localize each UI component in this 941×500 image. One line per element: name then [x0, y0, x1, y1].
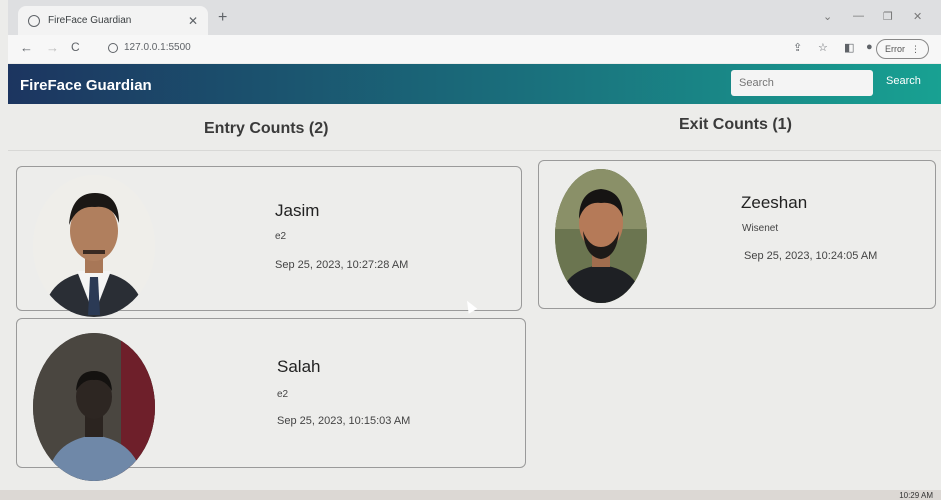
error-label: Error	[885, 44, 905, 54]
person-time: Sep 25, 2023, 10:24:05 AM	[744, 250, 878, 262]
globe-icon	[28, 14, 40, 27]
profile-icon[interactable]: ●	[866, 41, 873, 53]
person-name: Zeeshan	[741, 193, 808, 212]
error-button[interactable]: Error ⋮	[876, 39, 929, 59]
exit-card[interactable]: Zeeshan Wisenet Sep 25, 2023, 10:24:05 A…	[538, 160, 936, 309]
screen: FireFace Guardian ✕ + ⌄ — ❐ ✕ ← → C 127.…	[0, 0, 941, 500]
menu-dots-icon: ⋮	[911, 43, 920, 54]
person-photo	[33, 175, 155, 317]
minimize-button[interactable]: —	[853, 10, 864, 22]
new-tab-button[interactable]: +	[218, 9, 227, 27]
tab-title: FireFace Guardian	[48, 15, 132, 26]
close-window-button[interactable]: ✕	[913, 10, 922, 23]
person-time: Sep 25, 2023, 10:27:28 AM	[275, 259, 409, 271]
person-photo	[33, 333, 155, 481]
tab-close-icon[interactable]: ✕	[188, 14, 198, 28]
entry-card[interactable]: Salah e2 Sep 25, 2023, 10:15:03 AM	[16, 318, 526, 481]
avatar	[33, 333, 155, 481]
person-time: Sep 25, 2023, 10:15:03 AM	[277, 415, 411, 427]
info-icon	[108, 42, 118, 53]
share-icon[interactable]: ⇪	[793, 41, 802, 54]
forward-button[interactable]: →	[46, 40, 59, 55]
brand-title: FireFace Guardian	[20, 77, 152, 94]
person-photo	[555, 169, 647, 303]
avatar	[555, 169, 647, 303]
browser-tabstrip: FireFace Guardian ✕ + ⌄ — ❐ ✕	[8, 0, 941, 35]
address-bar: ← → C 127.0.0.1:5500 ⇪ ☆ ◧ ● Error ⋮	[8, 35, 941, 63]
tab-search-icon[interactable]: ⌄	[823, 10, 832, 23]
url-text: 127.0.0.1:5500	[124, 42, 191, 53]
entry-card[interactable]: Jasim e2 Sep 25, 2023, 10:27:28 AM	[16, 166, 522, 317]
restore-button[interactable]: ❐	[883, 10, 893, 23]
exit-heading: Exit Counts (1)	[679, 116, 792, 133]
person-dept: e2	[275, 231, 287, 242]
side-panel-icon[interactable]: ◧	[844, 41, 854, 54]
taskbar-clock: 10:29 AM	[899, 491, 933, 500]
reload-button[interactable]: C	[71, 40, 80, 54]
person-dept: e2	[277, 389, 289, 400]
taskbar	[0, 490, 941, 500]
person-dept: Wisenet	[742, 223, 779, 234]
divider	[8, 150, 941, 151]
person-name: Salah	[277, 357, 321, 376]
entry-heading: Entry Counts (2)	[204, 120, 329, 137]
back-button[interactable]: ←	[20, 40, 33, 55]
search-button[interactable]: Search	[886, 75, 921, 87]
browser-tab[interactable]: FireFace Guardian ✕	[18, 6, 208, 35]
app-header: FireFace Guardian Search	[8, 64, 941, 104]
avatar	[33, 175, 155, 317]
search-input[interactable]	[731, 70, 873, 96]
person-name: Jasim	[275, 201, 320, 220]
url-field[interactable]: 127.0.0.1:5500	[108, 42, 191, 53]
bookmark-star-icon[interactable]: ☆	[818, 41, 828, 54]
